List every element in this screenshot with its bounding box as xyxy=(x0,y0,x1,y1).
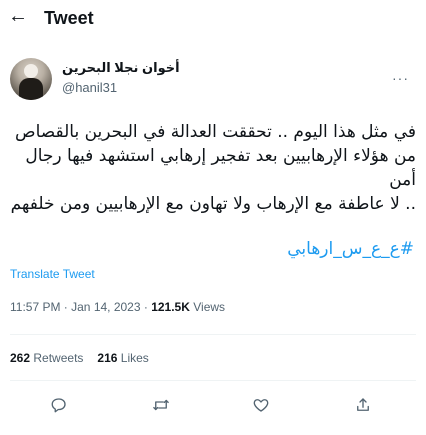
views-label: Views xyxy=(189,300,226,314)
tweet-meta: 11:57 PM · Jan 14, 2023 · 121.5K Views xyxy=(10,300,225,314)
avatar[interactable] xyxy=(10,58,52,100)
heart-icon xyxy=(253,399,269,412)
retweets-label: Retweets xyxy=(33,351,84,365)
likes-stat[interactable]: 216 Likes xyxy=(97,351,148,365)
top-bar: ← Tweet xyxy=(0,0,426,40)
hashtag-link[interactable]: #ع_ع_س_ارهابي xyxy=(287,238,414,260)
tweet-stats: 262 Retweets 216 Likes xyxy=(10,351,149,365)
author-name[interactable]: أخوان نجلا البحرين xyxy=(62,60,180,76)
avatar-head xyxy=(24,64,38,78)
retweet-icon xyxy=(153,399,169,411)
retweets-count: 262 xyxy=(10,351,31,365)
reply-icon xyxy=(51,398,66,413)
retweets-stat[interactable]: 262 Retweets xyxy=(10,351,83,365)
reply-button[interactable] xyxy=(46,392,72,418)
tweet-line: .. لا عاطفة مع الإرهاب ولا تهاون مع الإر… xyxy=(10,194,416,214)
tweet-line: في مثل هذا اليوم .. تحققت العدالة في الب… xyxy=(15,122,416,142)
tweet-text: في مثل هذا اليوم .. تحققت العدالة في الب… xyxy=(10,120,416,216)
divider xyxy=(10,380,416,381)
likes-label: Likes xyxy=(120,351,149,365)
author-handle[interactable]: @hanil31 xyxy=(62,80,117,96)
avatar-body xyxy=(19,78,43,100)
tweet-line: من هؤلاء الإرهابيين بعد تفجير إرهابي است… xyxy=(25,146,416,190)
translate-tweet-link[interactable]: Translate Tweet xyxy=(10,267,95,281)
arrow-left-icon[interactable]: ← xyxy=(8,6,28,26)
action-bar xyxy=(0,392,426,418)
more-horizontal-icon[interactable]: ··· xyxy=(392,70,409,86)
retweet-button[interactable] xyxy=(148,392,174,418)
share-button[interactable] xyxy=(350,392,376,418)
share-icon xyxy=(357,398,369,411)
views-count: 121.5K xyxy=(151,300,190,314)
likes-count: 216 xyxy=(97,351,118,365)
divider xyxy=(10,334,416,335)
timestamp[interactable]: 11:57 PM · Jan 14, 2023 · xyxy=(10,300,151,314)
like-button[interactable] xyxy=(248,392,274,418)
page-title: Tweet xyxy=(44,8,94,28)
